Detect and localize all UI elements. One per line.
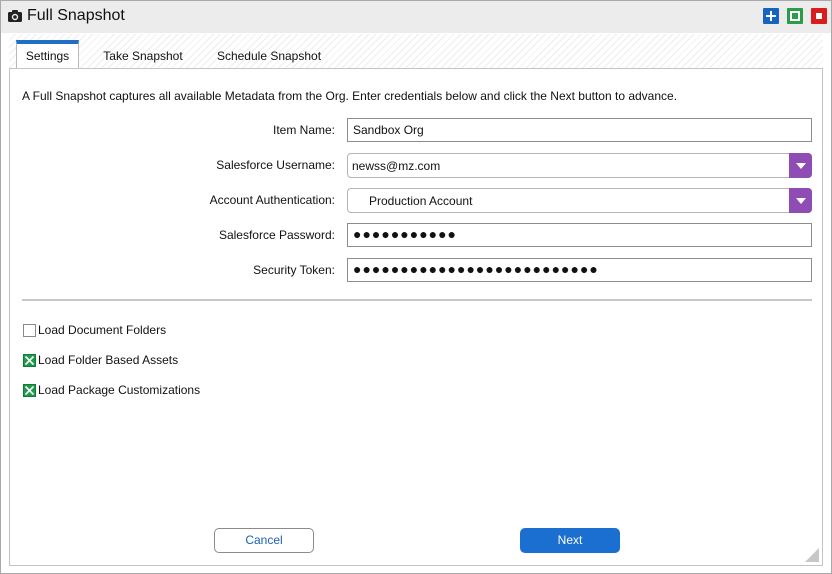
close-button[interactable] bbox=[811, 8, 827, 24]
username-value: newss@mz.com bbox=[352, 159, 441, 173]
tab-take-snapshot[interactable]: Take Snapshot bbox=[99, 40, 187, 69]
add-window-button[interactable] bbox=[763, 8, 779, 24]
option-label: Load Document Folders bbox=[38, 323, 167, 337]
auth-value: Production Account bbox=[369, 194, 473, 208]
username-dropdown-arrow[interactable] bbox=[789, 153, 812, 178]
close-icon bbox=[816, 13, 822, 19]
option-load-document-folders[interactable]: Load Document Folders bbox=[23, 322, 166, 338]
full-snapshot-window: Full Snapshot Settings Take Snapshot Sch… bbox=[0, 0, 832, 574]
description-text: A Full Snapshot captures all available M… bbox=[22, 89, 678, 103]
item-name-input[interactable] bbox=[347, 118, 812, 142]
cancel-button[interactable]: Cancel bbox=[214, 528, 314, 553]
auth-dropdown[interactable]: Production Account bbox=[347, 188, 812, 213]
resize-grip-icon[interactable] bbox=[805, 548, 819, 562]
token-label: Security Token: bbox=[253, 263, 335, 277]
option-load-package-customizations[interactable]: Load Package Customizations bbox=[23, 382, 200, 398]
option-label: Load Folder Based Assets bbox=[38, 353, 179, 367]
chevron-down-icon bbox=[795, 197, 806, 204]
camera-icon bbox=[8, 10, 22, 22]
auth-label: Account Authentication: bbox=[209, 193, 335, 207]
maximize-icon bbox=[790, 11, 800, 21]
tab-settings[interactable]: Settings bbox=[16, 40, 79, 69]
security-token-input[interactable]: ●●●●●●●●●●●●●●●●●●●●●●●●●● bbox=[347, 258, 812, 282]
checkbox-unchecked[interactable] bbox=[23, 323, 36, 337]
title-bar[interactable]: Full Snapshot bbox=[1, 1, 831, 33]
auth-dropdown-arrow[interactable] bbox=[789, 188, 812, 213]
item-name-label: Item Name: bbox=[272, 123, 335, 137]
window-title: Full Snapshot bbox=[27, 7, 125, 24]
plus-icon bbox=[766, 11, 776, 21]
password-input[interactable]: ●●●●●●●●●●● bbox=[347, 223, 812, 247]
checkbox-checked[interactable] bbox=[23, 383, 36, 397]
option-label: Load Package Customizations bbox=[38, 383, 201, 397]
username-label: Salesforce Username: bbox=[216, 158, 335, 172]
next-button[interactable]: Next bbox=[520, 528, 620, 553]
option-load-folder-based-assets[interactable]: Load Folder Based Assets bbox=[23, 352, 178, 368]
divider bbox=[22, 299, 812, 301]
tab-bar: Settings Take Snapshot Schedule Snapshot bbox=[9, 34, 823, 69]
settings-panel: A Full Snapshot captures all available M… bbox=[9, 68, 823, 566]
checkbox-checked[interactable] bbox=[23, 353, 36, 367]
maximize-button[interactable] bbox=[787, 8, 803, 24]
tab-schedule-snapshot[interactable]: Schedule Snapshot bbox=[213, 40, 325, 69]
check-x-icon bbox=[24, 385, 35, 395]
check-x-icon bbox=[24, 355, 35, 365]
username-dropdown[interactable]: newss@mz.com bbox=[347, 153, 812, 178]
chevron-down-icon bbox=[795, 162, 806, 169]
password-label: Salesforce Password: bbox=[218, 228, 335, 242]
